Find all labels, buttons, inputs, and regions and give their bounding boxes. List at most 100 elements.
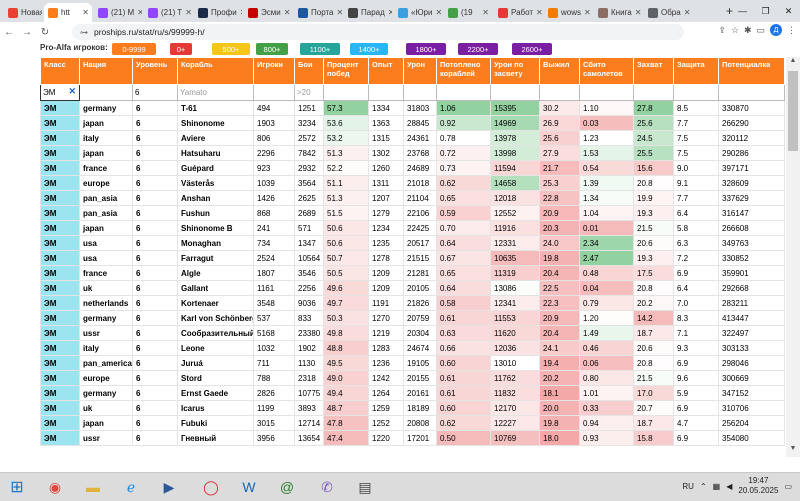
column-header[interactable]: Защита — [673, 57, 719, 85]
browser-tab[interactable]: (19 ✕ — [444, 3, 492, 22]
address-bar[interactable]: ⊶ proships.ru/stat/ru/s/99999-h/ — [72, 24, 684, 40]
table-row[interactable]: ЭМ germany 6 Ernst Gaede 2826 10775 49.4 1264 20… — [40, 385, 785, 401]
internet-explorer-icon[interactable]: ℯ — [120, 477, 142, 497]
table-row[interactable]: ЭМ uk 6 Icarus 1199 3893 48.7 1259 18189 0.60 1217… — [40, 400, 785, 416]
viber-icon[interactable]: ✆ — [316, 477, 338, 497]
column-filter-input[interactable] — [371, 88, 401, 97]
browser-tab[interactable]: Профи✕ — [194, 3, 242, 22]
vertical-scrollbar[interactable]: ▲ ▼ — [786, 57, 800, 457]
rating-filter-button[interactable]: 0-9999 — [112, 43, 156, 55]
table-row[interactable]: ЭМ germany 6 Karl von Schönberg 537 833 50.3 12… — [40, 310, 785, 326]
chrome-icon[interactable]: ◉ — [44, 477, 66, 497]
column-filter-input[interactable] — [406, 88, 434, 97]
volume-icon[interactable]: ◀ — [726, 482, 732, 491]
tab-close-icon[interactable]: ✕ — [388, 8, 392, 17]
reload-icon[interactable]: ↻ — [36, 27, 54, 38]
table-row[interactable]: ЭМ italy 6 Aviere 806 2572 53.2 1315 24361 0.78 13… — [40, 130, 785, 146]
browser-tab[interactable]: Новая✕ — [4, 3, 42, 22]
table-row[interactable]: ЭМ germany 6 T-61 494 1251 57.3 1334 31803 1.06 15… — [40, 100, 785, 116]
column-header[interactable]: Бои — [294, 57, 324, 85]
file-explorer-icon[interactable]: ▬ — [82, 477, 104, 497]
clock[interactable]: 19:47 20.05.2025 — [738, 476, 778, 496]
table-row[interactable]: ЭМ usa 6 Farragut 2524 10564 50.7 1278 21515 0.67… — [40, 250, 785, 266]
table-row[interactable]: ЭМ france 6 Guépard 923 2932 52.2 1260 24689 0.73… — [40, 160, 785, 176]
rating-filter-button[interactable]: 1400+ — [350, 43, 388, 55]
tab-close-icon[interactable]: ✕ — [337, 8, 343, 17]
tray-chevron-icon[interactable]: ⌃ — [700, 482, 707, 491]
table-row[interactable]: ЭМ europe 6 Stord 788 2318 49.0 1242 20155 0.61 11… — [40, 370, 785, 386]
opera-icon[interactable]: ◯ — [200, 477, 222, 497]
rating-filter-button[interactable]: 0+ — [170, 43, 192, 55]
table-row[interactable]: ЭМ uk 6 Gallant 1161 2256 49.6 1209 20105 0.64 130… — [40, 280, 785, 296]
tab-close-icon[interactable]: ✕ — [185, 8, 192, 17]
table-row[interactable]: ЭМ pan_asia 6 Fushun 868 2689 51.5 1279 22106 0.5… — [40, 205, 785, 221]
app-icon[interactable]: ▤ — [354, 477, 376, 497]
tab-close-icon[interactable]: ✕ — [435, 8, 442, 17]
column-filter-input[interactable] — [439, 88, 488, 97]
forward-arrow-icon[interactable]: → — [18, 27, 36, 38]
column-header[interactable]: Класс — [40, 57, 80, 85]
column-filter-input[interactable] — [493, 88, 537, 97]
browser-tab[interactable]: (21) T ✕ — [144, 3, 192, 22]
bookmark-star-icon[interactable]: ☆ — [731, 25, 739, 36]
column-header[interactable]: Урон — [403, 57, 437, 85]
table-row[interactable]: ЭМ ussr 6 Гневный 3956 13654 47.4 1220 17201 0.50… — [40, 430, 785, 446]
tab-close-icon[interactable]: ✕ — [82, 8, 92, 17]
column-header[interactable]: Корабль — [177, 57, 254, 85]
column-filter-input[interactable] — [636, 88, 671, 97]
menu-kebab-icon[interactable]: ⋮ — [787, 25, 796, 36]
column-header[interactable]: Игроки — [253, 57, 295, 85]
table-row[interactable]: ЭМ france 6 Algle 1807 3546 50.5 1209 21281 0.65 1… — [40, 265, 785, 281]
browser-tab[interactable]: htt ✕ — [44, 3, 92, 22]
browser-tab[interactable]: Работ ✕ — [494, 3, 542, 22]
tab-close-icon[interactable]: ✕ — [137, 8, 142, 17]
column-header[interactable]: Захват — [633, 57, 674, 85]
tab-close-icon[interactable]: ✕ — [240, 8, 242, 17]
tab-close-icon[interactable]: ✕ — [584, 8, 592, 17]
media-player-icon[interactable]: ▶ — [158, 477, 180, 497]
tab-close-icon[interactable]: ✕ — [482, 8, 492, 17]
column-filter-input[interactable] — [721, 88, 782, 97]
column-filter-input[interactable] — [326, 88, 366, 97]
table-row[interactable]: ЭМ pan_asia 6 Anshan 1426 2625 51.3 1207 21104 0.… — [40, 190, 785, 206]
rating-filter-button[interactable]: 500+ — [212, 43, 250, 55]
table-row[interactable]: ЭМ japan 6 Hatsuharu 2296 7842 51.3 1302 23768 0.… — [40, 145, 785, 161]
table-row[interactable]: ЭМ pan_america 6 Juruá 711 1130 49.5 1236 19105 0… — [40, 355, 785, 371]
rating-filter-button[interactable]: 2600+ — [512, 43, 552, 55]
column-header[interactable]: Уровень — [132, 57, 178, 85]
minimize-icon[interactable]: — — [731, 0, 754, 22]
tab-close-icon[interactable]: ✕ — [684, 8, 692, 17]
column-filter-input[interactable] — [582, 88, 631, 97]
browser-tab[interactable]: Порта ✕ — [294, 3, 342, 22]
profile-avatar[interactable]: Д — [770, 24, 782, 36]
scrollbar-thumb[interactable] — [788, 71, 798, 151]
mail-at-icon[interactable]: @ — [276, 477, 298, 497]
language-indicator[interactable]: RU — [682, 482, 694, 491]
browser-tab[interactable]: (21) M ✕ — [94, 3, 142, 22]
browser-tab[interactable]: «Юри ✕ — [394, 3, 442, 22]
column-header[interactable]: Потенциалка — [718, 57, 785, 85]
column-header[interactable]: Опыт — [368, 57, 404, 85]
scroll-up-arrow-icon[interactable]: ▲ — [786, 57, 800, 69]
column-header[interactable]: Выжил — [539, 57, 580, 85]
table-row[interactable]: ЭМ japan 6 Shinonome 1903 3234 53.6 1363 28845 0.… — [40, 115, 785, 131]
column-header[interactable]: Сбито самолетов — [579, 57, 634, 85]
clear-filter-icon[interactable]: ✕ — [68, 86, 76, 97]
column-filter-input[interactable] — [180, 88, 251, 97]
extensions-icon[interactable]: ✱ — [744, 25, 752, 36]
table-row[interactable]: ЭМ italy 6 Leone 1032 1902 48.8 1283 24674 0.66 12… — [40, 340, 785, 356]
word-icon[interactable]: W — [238, 477, 260, 497]
browser-tab[interactable]: Обра ✕ — [644, 3, 692, 22]
column-filter-input[interactable] — [135, 88, 175, 97]
windows-start-icon[interactable]: ⊞ — [6, 477, 28, 497]
site-info-icon[interactable]: ⊶ — [80, 28, 88, 37]
tab-close-icon[interactable]: ✕ — [536, 8, 542, 17]
column-header[interactable]: Урон по засвету — [490, 57, 540, 85]
table-row[interactable]: ЭМ netherlands 6 Kortenaer 3548 9036 49.7 1191 2… — [40, 295, 785, 311]
tab-close-icon[interactable]: ✕ — [284, 8, 292, 17]
column-filter-input[interactable] — [297, 88, 321, 97]
table-row[interactable]: ЭМ japan 6 Shinonome B 241 571 50.6 1234 22425 0.… — [40, 220, 785, 236]
table-row[interactable]: ЭМ europe 6 Västerås 1039 3564 51.1 1311 21018 0.… — [40, 175, 785, 191]
tab-search-icon[interactable]: ▭ — [756, 25, 765, 36]
table-row[interactable]: ЭМ japan 6 Fubuki 3015 12714 47.8 1252 20808 0.62… — [40, 415, 785, 431]
